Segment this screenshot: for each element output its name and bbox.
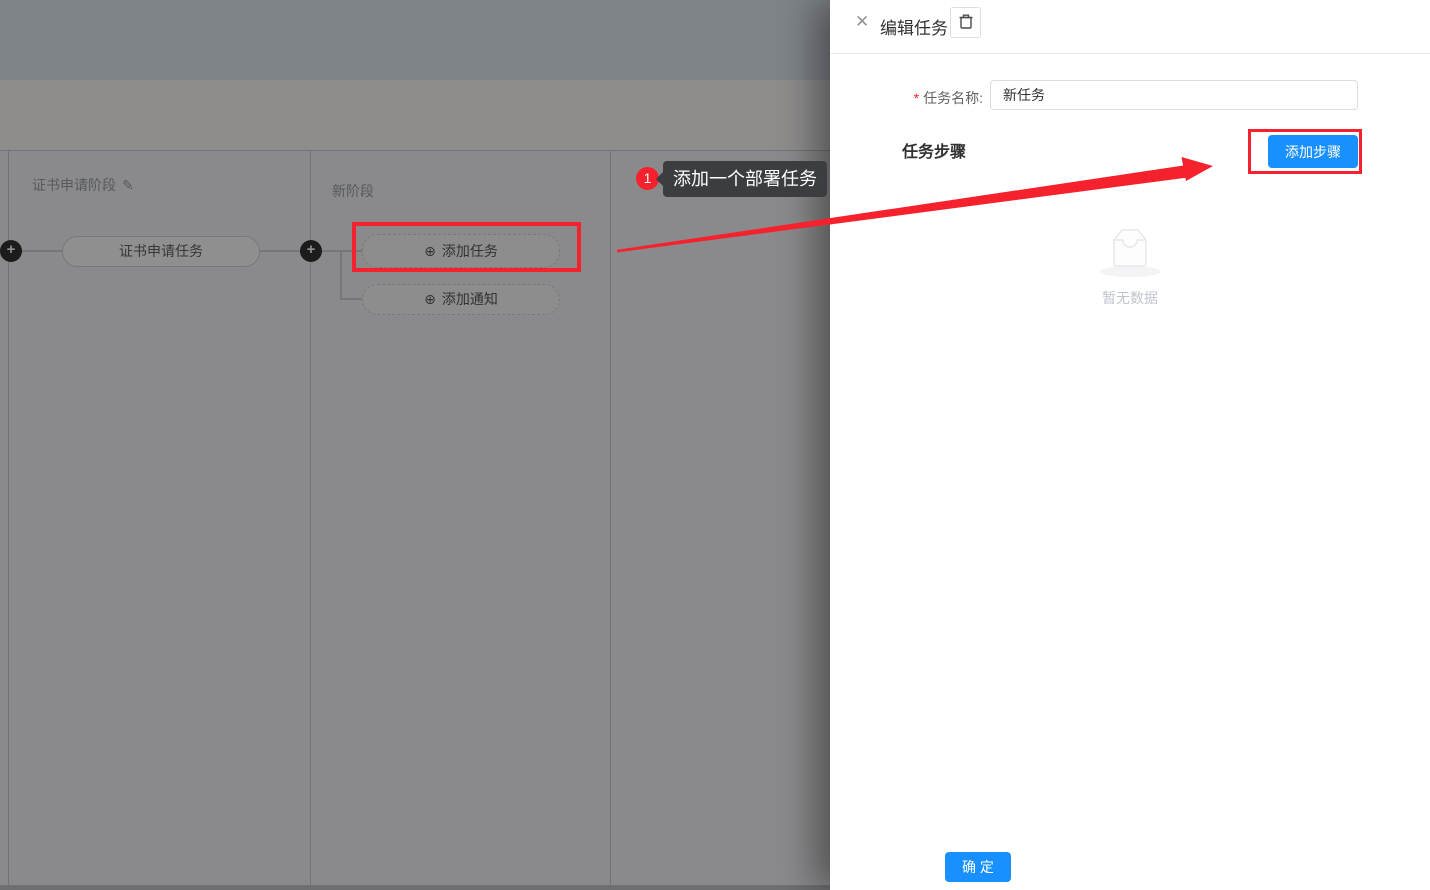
add-step-button[interactable]: 添加步骤 xyxy=(1268,135,1358,168)
drawer-title: 编辑任务 xyxy=(880,14,948,39)
confirm-button[interactable]: 确 定 xyxy=(945,852,1011,882)
delete-task-button[interactable] xyxy=(950,7,981,38)
task-name-label-text: 任务名称: xyxy=(923,90,983,106)
close-icon[interactable]: ✕ xyxy=(855,12,869,32)
empty-state: 暂无数据 xyxy=(830,226,1430,308)
trash-icon xyxy=(958,13,974,33)
required-asterisk: * xyxy=(914,90,919,106)
drawer-mask-overlay[interactable] xyxy=(0,0,830,890)
task-name-label: *任务名称: xyxy=(830,88,983,108)
empty-text: 暂无数据 xyxy=(830,288,1430,308)
task-steps-title: 任务步骤 xyxy=(902,138,966,162)
drawer-header: ✕ 编辑任务 xyxy=(830,0,1430,54)
empty-box-icon xyxy=(1098,226,1162,282)
screen: 证书申请阶段✎ 证书申请任务 + + 新阶段 ⊕添加任务 ⊕添加通知 ✕ 编辑任… xyxy=(0,0,1430,890)
task-name-input[interactable] xyxy=(990,80,1358,110)
edit-task-drawer: ✕ 编辑任务 *任务名称: 任务步骤 添加步骤 xyxy=(830,0,1430,890)
